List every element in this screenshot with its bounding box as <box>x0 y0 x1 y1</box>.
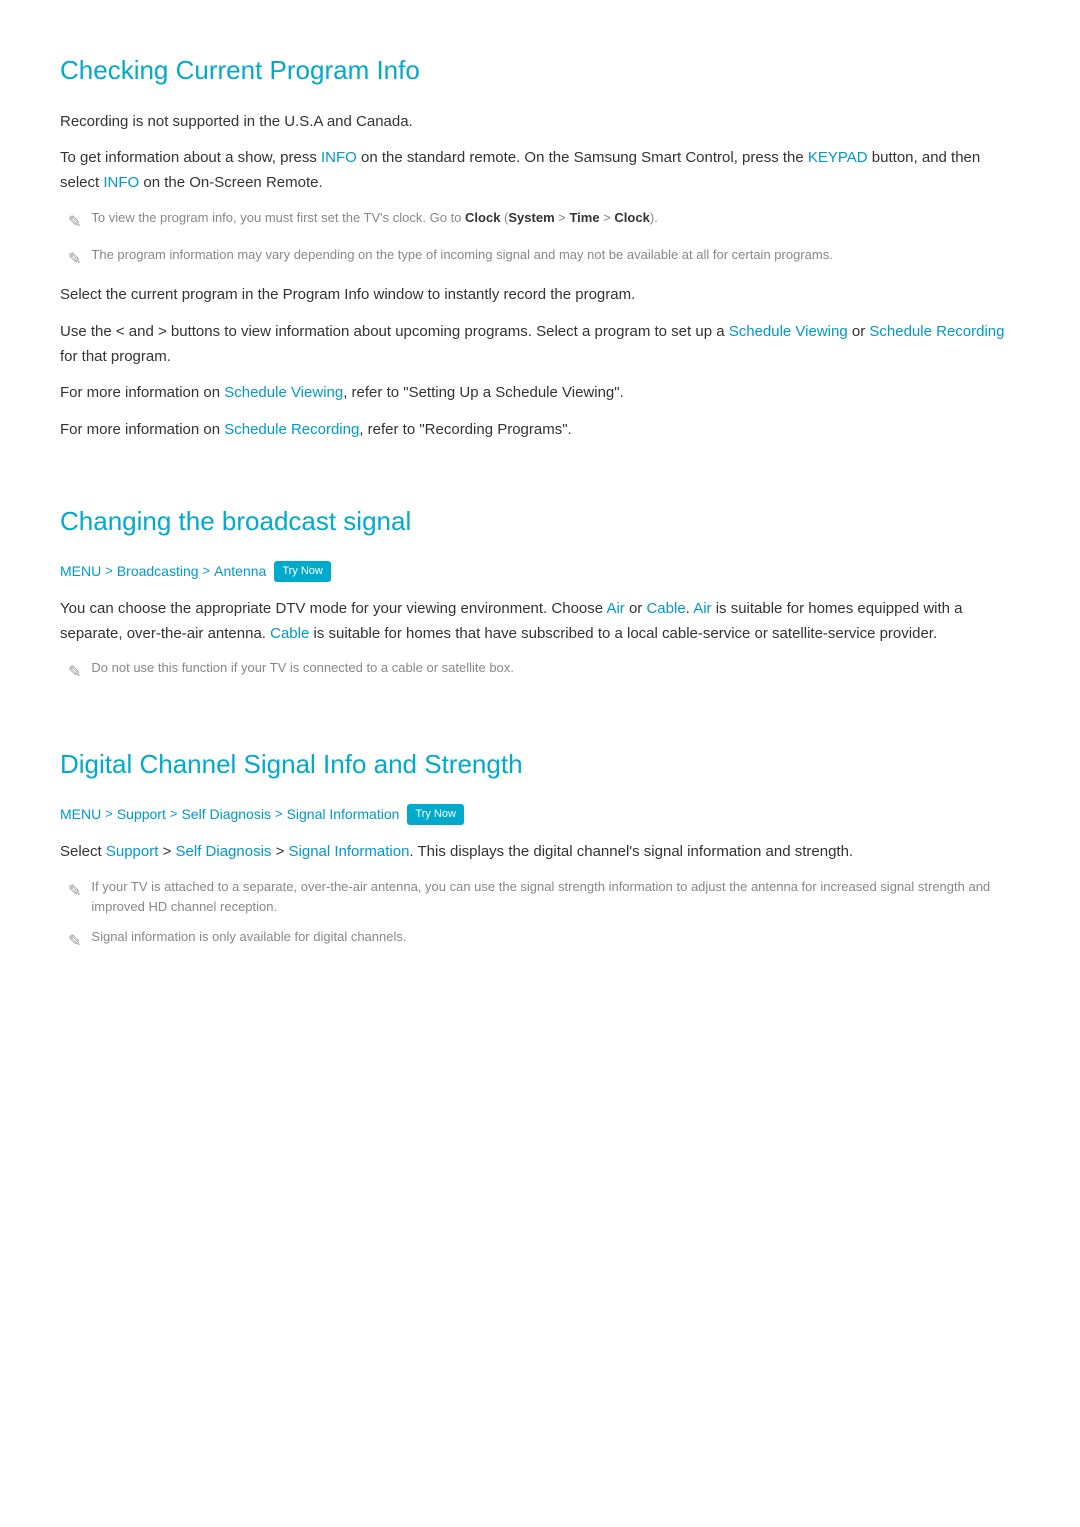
section-changing-broadcast: Changing the broadcast signal MENU > Bro… <box>60 491 1020 686</box>
link-self-diagnosis[interactable]: Self Diagnosis <box>176 843 272 860</box>
section-digital-channel: Digital Channel Signal Info and Strength… <box>60 734 1020 955</box>
section-checking-current-program: Checking Current Program Info Recording … <box>60 40 1020 443</box>
note-text-digital: Signal information is only available for… <box>91 927 406 947</box>
link-schedule-recording-2[interactable]: Schedule Recording <box>224 421 359 438</box>
highlight-cable-1: Cable <box>646 600 685 617</box>
body-text-buttons: Use the < and > buttons to view informat… <box>60 320 1020 370</box>
nav-self-diagnosis: Self Diagnosis <box>181 803 271 825</box>
nav-support: Support <box>117 803 166 825</box>
highlight-info2: INFO <box>103 174 139 191</box>
pencil-icon-5: ✎ <box>68 929 81 955</box>
nav-path-signal: MENU > Support > Self Diagnosis > Signal… <box>60 803 1020 825</box>
body-text-schedule-viewing: For more information on Schedule Viewing… <box>60 381 1020 406</box>
bold-time: Time <box>569 210 599 225</box>
note-text-clock: To view the program info, you must first… <box>91 208 657 228</box>
highlight-info: INFO <box>321 149 357 166</box>
nav-arrow-5: > <box>275 804 283 825</box>
nav-signal-info: Signal Information <box>287 803 400 825</box>
link-schedule-viewing-2[interactable]: Schedule Viewing <box>224 384 343 401</box>
highlight-cable-2: Cable <box>270 625 309 642</box>
body-text-recording: Recording is not supported in the U.S.A … <box>60 110 1020 135</box>
nav-menu: MENU <box>60 560 101 582</box>
highlight-air-1: Air <box>606 600 624 617</box>
nav-arrow-1: > <box>105 561 113 582</box>
nav-arrow-4: > <box>170 804 178 825</box>
highlight-keypad: KEYPAD <box>808 149 868 166</box>
nav-arrow-2: > <box>203 561 211 582</box>
note-text-cable: Do not use this function if your TV is c… <box>91 658 514 678</box>
pencil-icon-2: ✎ <box>68 247 81 273</box>
note-text-antenna: If your TV is attached to a separate, ov… <box>91 877 1020 917</box>
bold-system: System <box>508 210 554 225</box>
section-title-broadcast: Changing the broadcast signal <box>60 491 1020 543</box>
section-title-digital: Digital Channel Signal Info and Strength <box>60 734 1020 786</box>
bold-clock: Clock <box>465 210 500 225</box>
body-text-signal: Select Support > Self Diagnosis > Signal… <box>60 840 1020 865</box>
link-support[interactable]: Support <box>106 843 159 860</box>
note-clock: ✎ To view the program info, you must fir… <box>68 208 1020 236</box>
pencil-icon-1: ✎ <box>68 210 81 236</box>
highlight-air-2: Air <box>693 600 711 617</box>
nav-broadcasting: Broadcasting <box>117 560 199 582</box>
note-text-program: The program information may vary dependi… <box>91 245 832 265</box>
bold-clock2: Clock <box>614 210 649 225</box>
note-cable-box: ✎ Do not use this function if your TV is… <box>68 658 1020 686</box>
section-title-checking: Checking Current Program Info <box>60 40 1020 92</box>
note-program-info: ✎ The program information may vary depen… <box>68 245 1020 273</box>
body-text-schedule-recording: For more information on Schedule Recordi… <box>60 418 1020 443</box>
note-antenna-signal: ✎ If your TV is attached to a separate, … <box>68 877 1020 917</box>
body-text-info: To get information about a show, press I… <box>60 146 1020 196</box>
note-digital-only: ✎ Signal information is only available f… <box>68 927 1020 955</box>
pencil-icon-3: ✎ <box>68 660 81 686</box>
pencil-icon-4: ✎ <box>68 879 81 905</box>
nav-menu-2: MENU <box>60 803 101 825</box>
body-text-select: Select the current program in the Progra… <box>60 283 1020 308</box>
link-schedule-viewing-1[interactable]: Schedule Viewing <box>729 323 848 340</box>
link-schedule-recording-1[interactable]: Schedule Recording <box>869 323 1004 340</box>
body-text-dtv: You can choose the appropriate DTV mode … <box>60 597 1020 647</box>
link-signal-information[interactable]: Signal Information <box>289 843 410 860</box>
nav-arrow-3: > <box>105 804 113 825</box>
try-now-badge-1[interactable]: Try Now <box>274 561 331 583</box>
nav-antenna: Antenna <box>214 560 266 582</box>
try-now-badge-2[interactable]: Try Now <box>407 804 464 826</box>
nav-path-broadcast: MENU > Broadcasting > Antenna Try Now <box>60 560 1020 582</box>
